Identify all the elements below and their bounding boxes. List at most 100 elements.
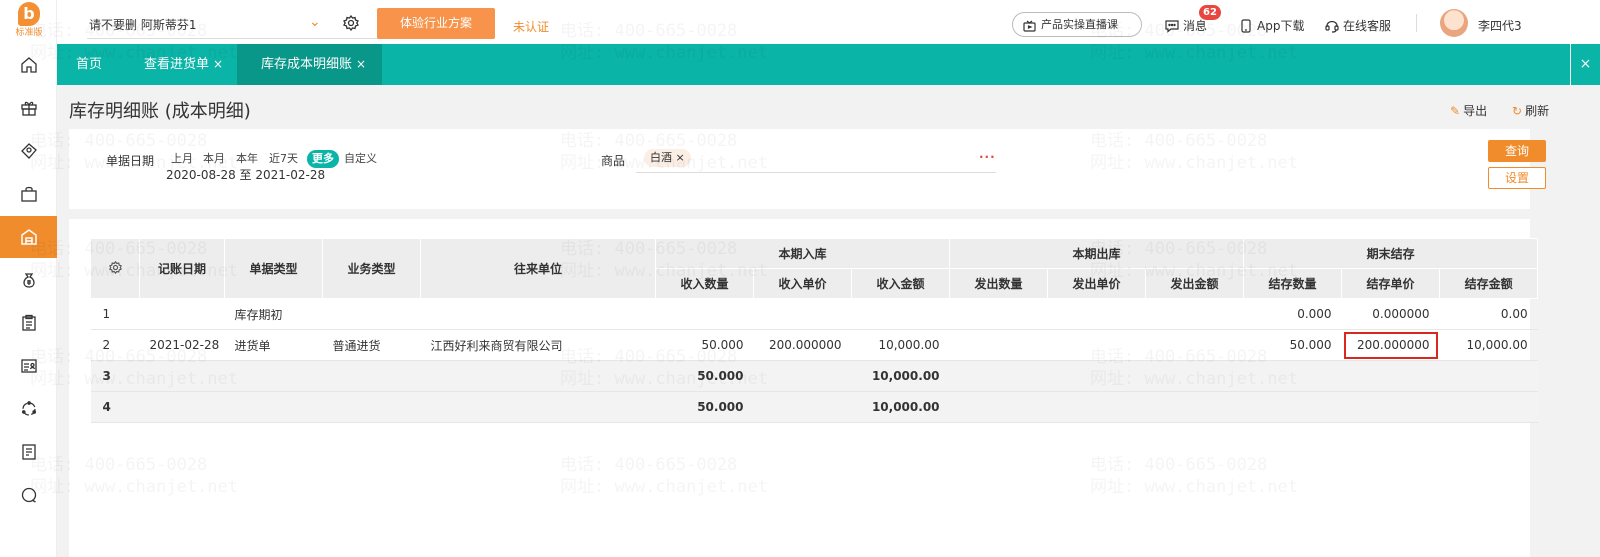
cycle-icon[interactable]	[0, 388, 57, 430]
header-end-price[interactable]: 结存单价	[1341, 268, 1441, 299]
row-index: 1	[90, 298, 140, 330]
messages-label: 消息	[1183, 19, 1208, 33]
tab-bar: 首页 查看进货单 × 库存成本明细账 × ×	[57, 44, 1600, 85]
date-range-value[interactable]: 2020-08-28 至 2021-02-28	[166, 166, 325, 183]
message-icon	[1165, 20, 1179, 33]
cell-end-qty: 50.000	[1243, 329, 1342, 361]
export-button[interactable]: ✎ 导出	[1450, 102, 1487, 119]
tab-inventory-cost-ledger[interactable]: 库存成本明细账 ×	[237, 44, 382, 85]
tv-icon	[1023, 18, 1036, 41]
header-out-group: 本期出库	[949, 238, 1245, 269]
industry-plan-button[interactable]: 体验行业方案	[377, 8, 495, 39]
app-download-label: App下载	[1257, 19, 1305, 33]
header-in-group: 本期入库	[654, 238, 951, 269]
header-in-price[interactable]: 收入单价	[753, 268, 852, 299]
cell-doc-type: 库存期初	[224, 298, 323, 330]
home-icon[interactable]	[0, 44, 57, 86]
chat-icon[interactable]	[0, 474, 57, 516]
header-biz-type[interactable]: 业务类型	[322, 238, 421, 299]
cell-end-price	[1341, 391, 1440, 423]
tab-home[interactable]: 首页	[57, 44, 123, 85]
cell-in-price	[753, 391, 852, 423]
query-button[interactable]: 查询	[1488, 140, 1546, 162]
header-end-amount[interactable]: 结存金额	[1439, 268, 1539, 299]
app-download-link[interactable]: App下载	[1240, 17, 1304, 34]
page-title: 库存明细账 (成本明细)	[69, 101, 251, 122]
product-tag[interactable]: 白酒 ×	[644, 149, 691, 167]
bag-icon[interactable]	[0, 173, 57, 215]
product-input-underline	[636, 172, 996, 173]
cell-partner	[420, 298, 656, 330]
header-out-amount[interactable]: 发出金额	[1145, 268, 1245, 299]
close-icon[interactable]: ×	[213, 57, 223, 71]
refresh-button[interactable]: ↻ 刷新	[1512, 102, 1549, 119]
cell-end-price: 0.000000	[1341, 298, 1440, 330]
clipboard-icon[interactable]	[0, 302, 57, 344]
cell-in-qty: 50.000	[655, 329, 754, 361]
cell-in-qty: 50.000	[655, 360, 754, 392]
unverified-link[interactable]: 未认证	[513, 18, 549, 35]
phone-icon	[1241, 19, 1251, 33]
warehouse-icon[interactable]	[0, 216, 57, 258]
cell-in-amount: 10,000.00	[851, 329, 950, 361]
table-row[interactable]: 3 50.000 10,000.00	[90, 360, 1538, 392]
header-end-group: 期末结存	[1243, 238, 1539, 269]
chevron-down-icon[interactable]: ⌄	[309, 14, 321, 30]
header-in-qty[interactable]: 收入数量	[655, 268, 754, 299]
filter-panel: 单据日期 上月 本月 本年 近7天 更多 自定义 2020-08-28 至 20…	[69, 129, 1546, 209]
money-bag-icon[interactable]	[0, 259, 57, 301]
more-options-icon[interactable]: ...	[979, 147, 996, 161]
remove-tag-icon[interactable]: ×	[676, 151, 685, 164]
quick-date-custom[interactable]: 自定义	[341, 150, 380, 168]
tag-icon[interactable]	[0, 130, 57, 172]
row-index: 4	[90, 391, 140, 423]
table-row[interactable]: 2 2021-02-28 进货单 普通进货 江西好利来商贸有限公司 50.000…	[90, 329, 1538, 361]
cell-doc-type[interactable]: 进货单	[224, 329, 323, 361]
cell-date	[139, 360, 225, 392]
sidebar: b 标准版	[0, 0, 57, 557]
username[interactable]: 李四代3	[1478, 17, 1522, 34]
header-out-price[interactable]: 发出单价	[1047, 268, 1147, 299]
cell-in-qty: 50.000	[655, 391, 754, 423]
column-settings-header[interactable]	[90, 238, 140, 299]
card-icon[interactable]	[0, 345, 57, 387]
cell-end-amount	[1439, 360, 1538, 392]
cell-date	[139, 298, 225, 330]
account-selector[interactable]: 请不要删 阿斯蒂芬1	[89, 16, 196, 33]
gear-icon[interactable]	[343, 14, 359, 34]
header-end-qty[interactable]: 结存数量	[1243, 268, 1343, 299]
top-header: 请不要删 阿斯蒂芬1 ⌄ 体验行业方案 未认证 产品实操直播课 消息 62 Ap…	[57, 0, 1600, 44]
gear-icon[interactable]	[108, 260, 122, 274]
cell-biz-type	[322, 298, 421, 330]
header-partner[interactable]: 往来单位	[420, 238, 656, 299]
messages-link[interactable]: 消息	[1165, 17, 1207, 34]
cell-in-amount: 10,000.00	[851, 391, 950, 423]
cell-in-price: 200.000000	[753, 329, 852, 361]
report-icon[interactable]	[0, 431, 57, 473]
cell-doc-type	[224, 391, 323, 423]
close-all-tabs-icon[interactable]: ×	[1570, 44, 1600, 85]
avatar[interactable]	[1440, 9, 1468, 37]
cell-in-price	[753, 360, 852, 392]
cell-date	[139, 391, 225, 423]
logo[interactable]: b 标准版	[12, 2, 46, 40]
settings-button[interactable]: 设置	[1488, 167, 1546, 189]
message-count-badge: 62	[1199, 5, 1221, 20]
cell-biz-type	[322, 391, 421, 423]
table-row[interactable]: 1 库存期初 0.000 0.000000 0.00	[90, 298, 1538, 330]
gift-icon[interactable]	[0, 87, 57, 129]
export-label: 导出	[1463, 104, 1488, 118]
row-index: 2	[90, 329, 140, 361]
table-row[interactable]: 4 50.000 10,000.00	[90, 391, 1538, 423]
live-course-button[interactable]: 产品实操直播课	[1012, 12, 1142, 37]
header-in-amount[interactable]: 收入金额	[850, 268, 951, 299]
tab-purchase-order[interactable]: 查看进货单 ×	[127, 44, 237, 85]
header-out-qty[interactable]: 发出数量	[949, 268, 1049, 299]
tab-label: 首页	[76, 57, 103, 72]
cell-out-price	[1047, 298, 1146, 330]
close-icon[interactable]: ×	[356, 57, 366, 71]
online-service-link[interactable]: 在线客服	[1325, 17, 1391, 34]
header-doc-type[interactable]: 单据类型	[224, 238, 323, 299]
cell-out-price	[1047, 391, 1146, 423]
header-date[interactable]: 记账日期	[139, 238, 225, 299]
